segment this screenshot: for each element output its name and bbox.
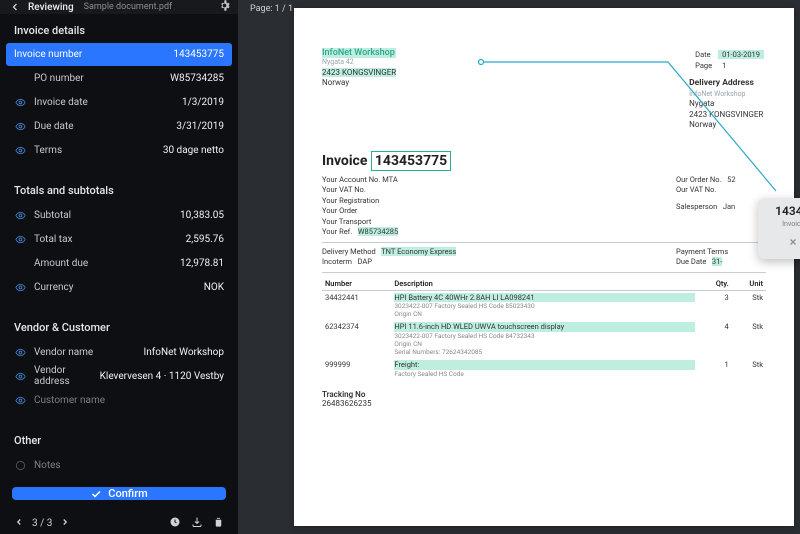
eye-icon (14, 281, 26, 293)
doc-brand: InfoNet Workshop (322, 48, 396, 58)
status-label: Reviewing (28, 2, 74, 13)
value-tooltip: 143453775 Invoice number (758, 198, 800, 259)
next-icon[interactable] (60, 517, 70, 530)
field-vendor-name[interactable]: Vendor nameInfoNet Workshop (0, 340, 238, 364)
tooltip-value: 143453775 (766, 204, 800, 218)
clock-icon[interactable] (169, 516, 181, 531)
field-value: 143453775 (173, 49, 224, 60)
eye-off-icon (14, 459, 26, 471)
field-currency[interactable]: CurrencyNOK (0, 275, 238, 299)
table-row: 34432441HPI Battery 4C 40WHr 2.8AH LI LA… (322, 290, 766, 320)
back-icon[interactable] (8, 0, 22, 14)
field-amount-due[interactable]: Amount due12,978.81 (0, 251, 238, 275)
eye-icon (14, 209, 26, 221)
eye-icon (14, 120, 26, 132)
tooltip-caption: Invoice number (766, 220, 800, 228)
field-notes[interactable]: Notes (0, 453, 238, 477)
confirm-button[interactable]: Confirm (12, 487, 226, 500)
download-icon[interactable] (191, 516, 203, 531)
pager: 3 / 3 (0, 510, 238, 534)
eye-icon (14, 144, 26, 156)
tracking: Tracking No26483626235 (322, 390, 766, 408)
doc-heading: Invoice 143453775 (322, 153, 766, 169)
field-due-date[interactable]: Due date3/31/2019 (0, 114, 238, 138)
eye-icon (14, 233, 26, 245)
document-page[interactable]: InfoNet Workshop Nygata 42 2423 KONGSVIN… (294, 8, 794, 526)
section-totals: Totals and subtotals (0, 174, 238, 203)
section-other: Other (0, 424, 238, 453)
eye-icon (14, 72, 26, 84)
field-customer-name[interactable]: Customer name (0, 388, 238, 412)
trash-icon[interactable] (213, 516, 224, 531)
eye-icon (14, 96, 26, 108)
eye-icon (14, 394, 26, 406)
eye-icon (14, 346, 26, 358)
sidebar: Reviewing Sample document.pdf Invoice de… (0, 0, 238, 534)
topbar: Reviewing Sample document.pdf (0, 0, 238, 14)
section-invoice-details: Invoice details (0, 14, 238, 43)
field-po-number[interactable]: PO numberW85734285 (0, 66, 238, 90)
field-label: Invoice number (14, 49, 173, 60)
page-indicator: Page: 1 / 1 (250, 4, 293, 14)
filename: Sample document.pdf (84, 2, 215, 12)
field-invoice-number[interactable]: Invoice number 143453775 (6, 43, 232, 66)
tooltip-cancel-button[interactable] (784, 233, 800, 251)
eye-icon (14, 370, 26, 382)
section-vendor: Vendor & Customer (0, 311, 238, 340)
field-vendor-address[interactable]: Vendor addressKlevervesen 4 · 1120 Vestb… (0, 364, 238, 388)
prev-icon[interactable] (14, 517, 24, 530)
field-subtotal[interactable]: Subtotal10,383.05 (0, 203, 238, 227)
eye-icon (14, 257, 26, 269)
line-items-table: NumberDescriptionQty.Unit 34432441HPI Ba… (322, 277, 766, 380)
document-viewer: Page: 1 / 1 InfoNet Workshop Nygata 42 2… (238, 0, 800, 534)
field-invoice-date[interactable]: Invoice date1/3/2019 (0, 90, 238, 114)
gear-icon[interactable] (219, 0, 230, 14)
table-row: 999999Freight: Factory Sealed HS Code1St… (322, 358, 766, 380)
table-row: 62342374HPI 11.6-inch HD WLED UWVA touch… (322, 320, 766, 358)
field-terms[interactable]: Terms30 dage netto (0, 138, 238, 162)
field-total-tax[interactable]: Total tax2,595.76 (0, 227, 238, 251)
